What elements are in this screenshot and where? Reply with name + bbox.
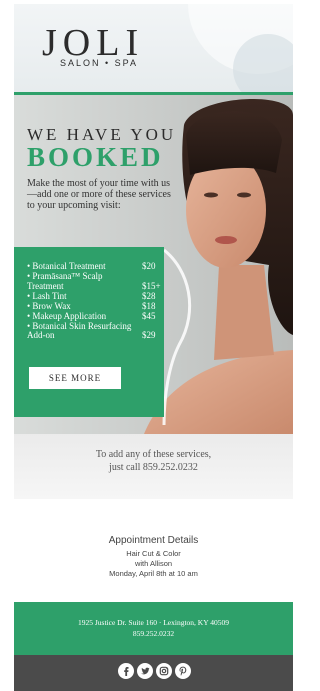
call-text-line-1: To add any of these services,: [95, 449, 212, 460]
intro-text: Make the most of your time with us—add o…: [27, 178, 171, 211]
headline-booked: BOOKED: [27, 142, 164, 172]
email-body: JOLI SALON • SPA WE HAVE YOU BOOKED Make…: [14, 4, 293, 691]
service-item: • Botanical Skin Resurfacing Add-on $29: [27, 320, 172, 341]
service-item: • Makeup Application $45: [27, 310, 172, 322]
appointment-stylist: with Allison: [134, 559, 173, 568]
service-name: • Pramāsana™ Scalp Treatment: [27, 271, 103, 291]
facebook-icon[interactable]: [118, 663, 134, 679]
address-text[interactable]: 1925 Justice Dr. Suite 160 · Lexington, …: [14, 618, 293, 627]
service-price: $15+: [142, 280, 161, 291]
service-item: • Pramāsana™ Scalp Treatment $15+: [27, 271, 172, 291]
service-item: • Lash Tint $28: [27, 290, 172, 302]
service-name: • Botanical Skin Resurfacing Add-on: [27, 320, 132, 340]
social-links: [118, 663, 191, 679]
appointment-title: Appointment Details: [108, 535, 199, 546]
see-more-button[interactable]: SEE MORE: [29, 367, 121, 389]
service-price: $20: [142, 261, 156, 271]
pinterest-icon[interactable]: [175, 663, 191, 679]
service-price: $28: [142, 290, 156, 301]
service-price: $45: [142, 310, 156, 321]
logo-wordmark[interactable]: JOLI: [42, 24, 144, 62]
call-text-line-2[interactable]: just call 859.252.0232: [14, 461, 293, 474]
service-item: • Brow Wax $18: [27, 300, 172, 312]
logo-subtitle: SALON • SPA: [60, 58, 139, 68]
address-band: 1925 Justice Dr. Suite 160 · Lexington, …: [14, 602, 293, 655]
header: JOLI SALON • SPA: [14, 4, 293, 92]
footer: [14, 655, 293, 691]
call-section: To add any of these services, just call …: [14, 434, 293, 499]
appointment-service: Hair Cut & Color: [126, 549, 181, 558]
hero-banner[interactable]: WE HAVE YOU BOOKED Make the most of your…: [14, 95, 293, 434]
service-name: • Brow Wax: [27, 300, 71, 311]
address-phone[interactable]: 859.252.0232: [14, 629, 293, 638]
service-price: $18: [142, 300, 156, 311]
service-price: $29: [142, 330, 156, 340]
services-list: • Botanical Treatment $20 • Pramāsana™ S…: [27, 261, 172, 341]
appointment-details: Appointment Details Hair Cut & Color wit…: [14, 499, 293, 602]
instagram-icon[interactable]: [156, 663, 172, 679]
twitter-icon[interactable]: [137, 663, 153, 679]
service-name: • Makeup Application: [27, 310, 107, 321]
appointment-datetime: Monday, April 8th at 10 am: [109, 569, 198, 578]
service-name: • Lash Tint: [27, 290, 67, 301]
